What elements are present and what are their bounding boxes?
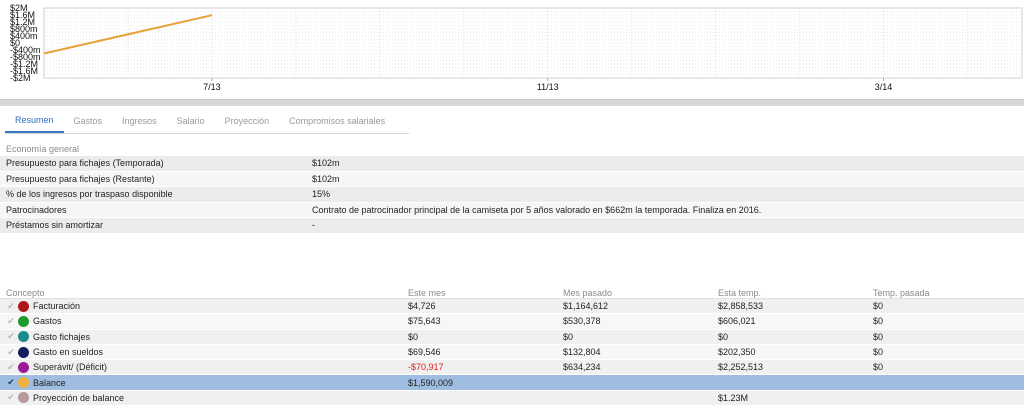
value-mes-pasado: $0 [563,331,574,342]
concept-cell: ✔ Gastos [0,315,408,327]
value-este-mes: -$70,917 [408,362,444,373]
concept-label: Superávit/ (Déficit) [33,362,108,373]
concept-cell: ✔ Gasto en sueldos [0,346,408,358]
tab-proyeccion[interactable]: Proyección [215,113,280,133]
info-row: Presupuesto para fichajes (Temporada) $1… [0,156,1024,172]
col-header-esta-temp[interactable]: Esta temp. [718,288,873,298]
series-color-icon [18,331,29,343]
concept-cell: ✔ Gasto fichajes [0,331,408,343]
value-temp-pasada: $0 [873,301,884,312]
table-row[interactable]: ✔ Superávit/ (Déficit) -$70,917 $634,234 $2,… [0,360,1024,376]
info-value: - [312,220,315,231]
col-header-concepto[interactable]: Concepto [0,288,408,298]
series-color-icon [18,346,29,358]
tab-resumen[interactable]: Resumen [5,113,64,133]
series-color-icon [18,315,29,327]
info-value: 15% [312,189,331,200]
tab-gastos[interactable]: Gastos [64,113,113,133]
panel-separator [0,99,1024,106]
general-info-table: Presupuesto para fichajes (Temporada) $1… [0,156,1024,234]
info-row: Préstamos sin amortizar - [0,218,1024,234]
col-header-temp-pasada[interactable]: Temp. pasada [873,288,1024,298]
finance-table: Concepto Este mes Mes pasado Esta temp. … [0,287,1024,407]
value-temp-pasada: $0 [873,331,884,342]
table-row[interactable]: ✔ Gastos $75,643 $530,378 $606,021 $0 [0,314,1024,330]
checkmark-icon[interactable]: ✔ [6,316,16,326]
concept-label: Gasto en sueldos [33,347,104,358]
value-este-mes: $0 [408,331,419,342]
tab-bar: Resumen Gastos Ingresos Salario Proyecci… [5,114,409,134]
checkmark-icon[interactable]: ✔ [6,301,16,311]
table-row[interactable]: ✔ Balance $1,590,009 [0,375,1024,391]
info-value: $102m [312,173,340,184]
table-row[interactable]: ✔ Gasto fichajes $0 $0 $0 $0 [0,329,1024,345]
x-tick-label: 11/13 [537,82,559,92]
info-label: Presupuesto para fichajes (Temporada) [6,158,164,169]
value-temp-pasada: $0 [873,362,884,373]
tab-compromisos-salariales[interactable]: Compromisos salariales [279,113,395,133]
concept-label: Gastos [33,316,62,327]
info-row: Presupuesto para fichajes (Restante) $10… [0,171,1024,187]
value-esta-temp: $0 [718,331,729,342]
section-title-economia: Economía general [6,144,80,154]
value-temp-pasada: $0 [873,316,884,327]
value-esta-temp: $202,350 [718,347,756,358]
info-label: Patrocinadores [6,204,67,215]
info-label: % de los ingresos por traspaso disponibl… [6,189,173,200]
value-mes-pasado: $634,234 [563,362,601,373]
info-row: Patrocinadores Contrato de patrocinador … [0,202,1024,218]
table-row[interactable]: ✔ Gasto en sueldos $69,546 $132,804 $202,350… [0,344,1024,361]
x-tick-label: 3/14 [875,82,893,92]
concept-cell: ✔ Superávit/ (Déficit) [0,361,408,373]
value-este-mes: $75,643 [408,316,441,327]
value-temp-pasada: $0 [873,347,884,358]
table-body: ✔ Facturación $4,726 $1,164,612 $2,858,533 $0… [0,299,1024,407]
value-mes-pasado: $132,804 [563,347,601,358]
value-mes-pasado: $1,164,612 [563,301,609,312]
value-este-mes: $1,590,009 [408,377,454,388]
info-label: Presupuesto para fichajes (Restante) [6,173,155,184]
tab-ingresos[interactable]: Ingresos [112,113,167,133]
x-tick-label: 7/13 [203,82,221,92]
checkmark-icon[interactable]: ✔ [6,331,16,342]
checkmark-icon[interactable]: ✔ [6,392,16,403]
checkmark-icon[interactable]: ✔ [6,347,16,357]
table-header: Concepto Este mes Mes pasado Esta temp. … [0,287,1024,299]
series-color-icon [18,361,29,373]
checkmark-icon[interactable]: ✔ [6,377,16,388]
value-este-mes: $69,546 [408,347,441,358]
series-color-icon [18,392,29,404]
concept-label: Facturación [33,301,81,312]
tab-salario[interactable]: Salario [167,113,215,133]
value-esta-temp: $2,252,513 [718,362,764,373]
col-header-mes-pasado[interactable]: Mes pasado [563,288,718,298]
concept-cell: ✔ Proyección de balance [0,392,408,404]
series-color-icon [18,377,29,389]
table-row[interactable]: ✔ Facturación $4,726 $1,164,612 $2,858,533 $0 [0,299,1024,315]
col-header-este-mes[interactable]: Este mes [408,288,563,298]
concept-label: Gasto fichajes [33,331,91,342]
table-row[interactable]: ✔ Proyección de balance $1.23M [0,390,1024,407]
concept-cell: ✔ Balance [0,377,408,389]
info-value: $102m [312,158,340,169]
concept-label: Balance [33,377,66,388]
y-tick-label: -$2M [10,73,31,83]
checkmark-icon[interactable]: ✔ [6,362,16,372]
value-esta-temp: $2,858,533 [718,301,764,312]
info-row: % de los ingresos por traspaso disponibl… [0,187,1024,203]
series-color-icon [18,300,29,312]
concept-cell: ✔ Facturación [0,300,408,312]
concept-label: Proyección de balance [33,392,125,403]
info-label: Préstamos sin amortizar [6,220,104,231]
info-value: Contrato de patrocinador principal de la… [312,204,762,215]
balance-chart: $2M$1.6M$1.2M$800m$400m$0-$400m-$800m-$1… [10,3,1023,92]
value-este-mes: $4,726 [408,301,436,312]
value-mes-pasado: $530,378 [563,316,601,327]
value-esta-temp: $1.23M [718,392,749,403]
value-esta-temp: $606,021 [718,316,756,327]
